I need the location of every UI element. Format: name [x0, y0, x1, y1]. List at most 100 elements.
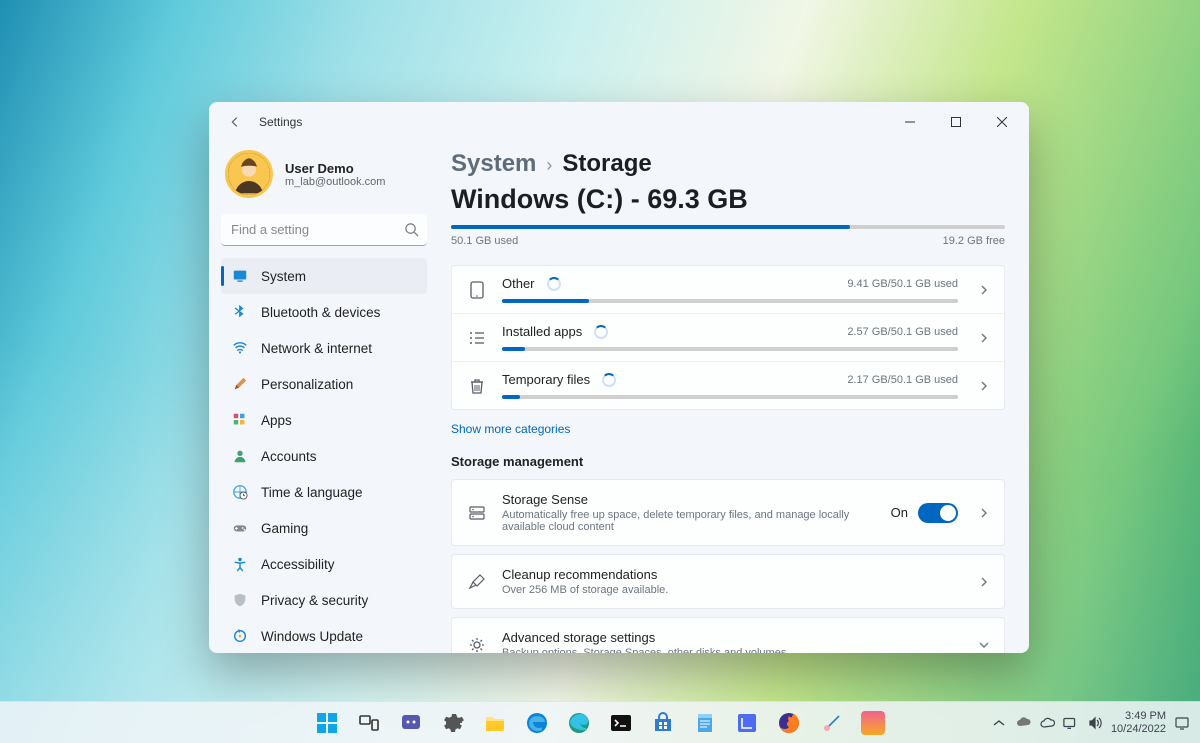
taskbar-explorer[interactable] — [476, 704, 514, 742]
chevron-right-icon: › — [546, 155, 552, 176]
mgmt-title: Storage Sense — [502, 492, 877, 507]
search-wrap — [221, 214, 427, 246]
category-bar — [502, 347, 958, 351]
search-input[interactable] — [221, 214, 427, 246]
nav: System Bluetooth & devices Network & inter… — [221, 258, 427, 654]
mgmt-subtitle: Over 256 MB of storage available. — [502, 584, 932, 596]
sidebar-item-label: Apps — [261, 413, 292, 428]
sidebar-item-windows-update[interactable]: Windows Update — [221, 618, 427, 654]
sidebar-item-label: Privacy & security — [261, 593, 368, 608]
sidebar-item-label: Time & language — [261, 485, 363, 500]
sidebar-item-label: Gaming — [261, 521, 308, 536]
sidebar-item-time-language[interactable]: Time & language — [221, 474, 427, 510]
storage-management-header: Storage management — [451, 454, 1005, 469]
maximize-button[interactable] — [933, 106, 979, 138]
sidebar-item-privacy-security[interactable]: Privacy & security — [221, 582, 427, 618]
cloud-tray-icon[interactable] — [1039, 715, 1055, 731]
sidebar-item-system[interactable]: System — [221, 258, 427, 294]
user-account-row[interactable]: User Demo m_lab@outlook.com — [221, 146, 427, 206]
storage-category-temporary-files[interactable]: Temporary files 2.17 GB/50.1 GB used — [452, 361, 1004, 409]
sidebar-item-accounts[interactable]: Accounts — [221, 438, 427, 474]
taskbar-notepad[interactable] — [686, 704, 724, 742]
taskbar-edge-legacy[interactable] — [518, 704, 556, 742]
minimize-icon — [905, 117, 915, 127]
tablet-icon — [466, 280, 488, 300]
sidebar-item-label: Personalization — [261, 377, 353, 392]
mgmt-advanced-storage-settings[interactable]: Advanced storage settings Backup options,… — [451, 617, 1005, 653]
sidebar-item-label: Network & internet — [261, 341, 372, 356]
chevron-right-icon — [978, 380, 990, 392]
trash-icon — [466, 376, 488, 396]
paint-icon — [819, 711, 843, 735]
taskbar-firefox[interactable] — [770, 704, 808, 742]
show-more-categories-link[interactable]: Show more categories — [451, 422, 570, 436]
sidebar-item-label: Accessibility — [261, 557, 335, 572]
chevron-right-icon — [978, 507, 990, 519]
titlebar: Settings — [209, 102, 1029, 142]
taskbar-settings[interactable] — [434, 704, 472, 742]
mgmt-subtitle: Backup options, Storage Spaces, other di… — [502, 647, 932, 653]
system-tray: 3:49 PM 10/24/2022 — [991, 710, 1200, 736]
sidebar-item-gaming[interactable]: Gaming — [221, 510, 427, 546]
taskbar-store[interactable] — [644, 704, 682, 742]
sidebar: User Demo m_lab@outlook.com System Blueto… — [209, 142, 435, 653]
storage-category-installed-apps[interactable]: Installed apps2.57 GB/50.1 GB used — [452, 313, 1004, 361]
mgmt-title: Cleanup recommendations — [502, 567, 958, 582]
app-icon — [861, 711, 885, 735]
storage-sense-toggle[interactable] — [918, 503, 958, 523]
storage-categories-card: Other9.41 GB/50.1 GB usedInstalled apps2… — [451, 265, 1005, 410]
avatar — [225, 150, 273, 198]
sidebar-item-apps[interactable]: Apps — [221, 402, 427, 438]
sidebar-item-personalization[interactable]: Personalization — [221, 366, 427, 402]
back-button[interactable] — [221, 108, 249, 136]
shield-icon — [231, 591, 249, 609]
accessibility-icon — [231, 555, 249, 573]
chevron-right-icon — [978, 332, 990, 344]
mgmt-cleanup-recommendations[interactable]: Cleanup recommendations Over 256 MB of st… — [451, 554, 1005, 609]
category-bar — [502, 395, 958, 399]
breadcrumb-root[interactable]: System — [451, 150, 536, 178]
taskbar-paint[interactable] — [812, 704, 850, 742]
mgmt-subtitle: Automatically free up space, delete temp… — [502, 509, 877, 533]
network-tray-icon[interactable] — [1063, 715, 1079, 731]
snip-icon — [735, 711, 759, 735]
category-label: Temporary files — [502, 372, 590, 387]
taskbar-taskview[interactable] — [350, 704, 388, 742]
chevron-up-icon[interactable] — [991, 715, 1007, 731]
category-label: Installed apps — [502, 324, 582, 339]
sidebar-item-network-internet[interactable]: Network & internet — [221, 330, 427, 366]
category-usage: 2.17 GB/50.1 GB used — [847, 374, 958, 386]
maximize-icon — [951, 117, 961, 127]
terminal-icon — [609, 711, 633, 735]
sidebar-item-accessibility[interactable]: Accessibility — [221, 546, 427, 582]
toggle-label: On — [891, 505, 908, 520]
mgmt-title: Advanced storage settings — [502, 630, 958, 645]
taskbar-app[interactable] — [854, 704, 892, 742]
taskbar-edge[interactable] — [560, 704, 598, 742]
loading-spinner-icon — [547, 277, 561, 291]
taskbar-terminal[interactable] — [602, 704, 640, 742]
minimize-button[interactable] — [887, 106, 933, 138]
windows-logo-icon — [315, 711, 339, 735]
volume-tray-icon[interactable] — [1087, 715, 1103, 731]
mgmt-storage-sense[interactable]: Storage Sense Automatically free up space… — [451, 479, 1005, 546]
start-button[interactable] — [308, 704, 346, 742]
sidebar-item-label: Bluetooth & devices — [261, 305, 380, 320]
tray-date: 10/24/2022 — [1111, 723, 1166, 736]
edge-icon — [567, 711, 591, 735]
person-icon — [231, 447, 249, 465]
settings-window: Settings User Demo m_lab@outlook.com — [209, 102, 1029, 653]
taskbar-chat[interactable] — [392, 704, 430, 742]
taskbar-clock[interactable]: 3:49 PM 10/24/2022 — [1111, 710, 1166, 736]
sidebar-item-label: Accounts — [261, 449, 317, 464]
category-label: Other — [502, 276, 535, 291]
storage-category-other[interactable]: Other 9.41 GB/50.1 GB used — [452, 266, 1004, 313]
onedrive-tray-icon[interactable] — [1015, 715, 1031, 731]
close-button[interactable] — [979, 106, 1025, 138]
notifications-tray-icon[interactable] — [1174, 715, 1190, 731]
taskview-icon — [357, 711, 381, 735]
taskbar-snip[interactable] — [728, 704, 766, 742]
category-usage: 9.41 GB/50.1 GB used — [847, 278, 958, 290]
window-title: Settings — [259, 115, 302, 129]
sidebar-item-bluetooth-devices[interactable]: Bluetooth & devices — [221, 294, 427, 330]
